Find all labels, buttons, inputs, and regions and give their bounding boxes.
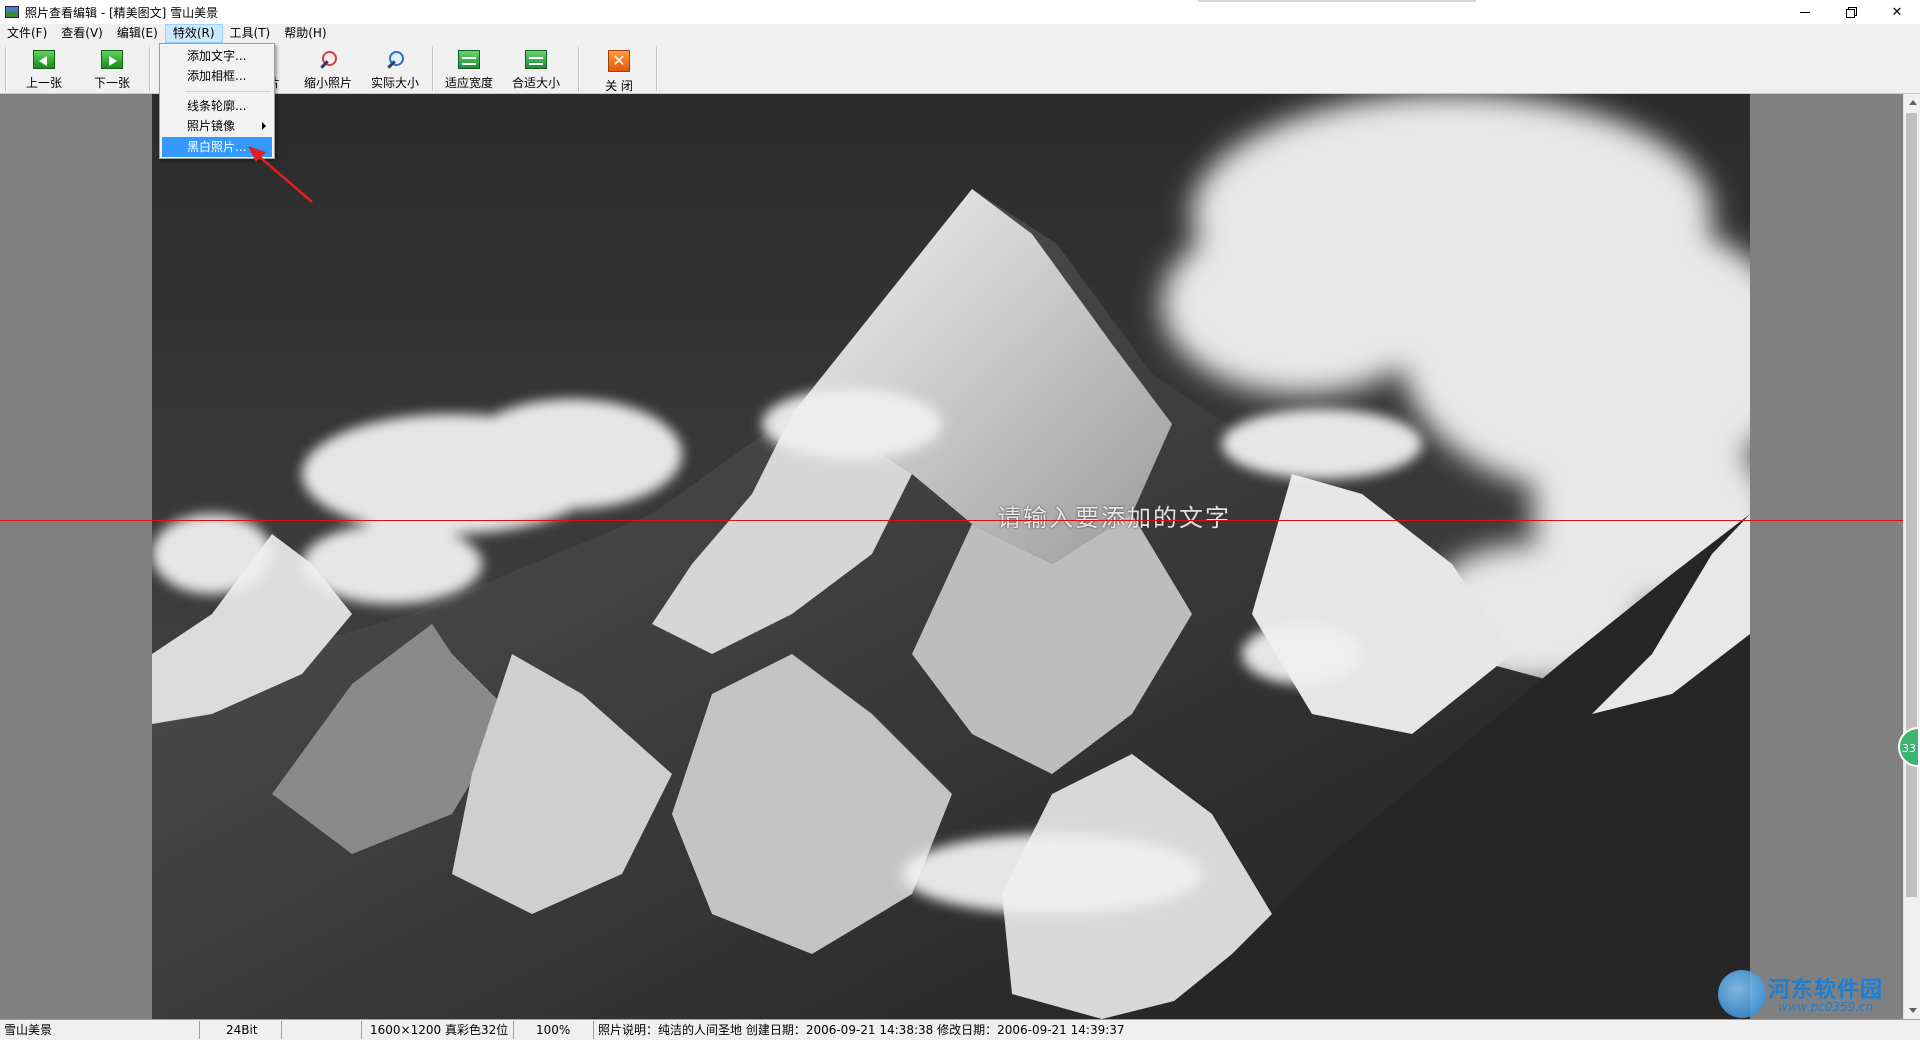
- menu-bar: 文件(F) 查看(V) 编辑(E) 特效(R) 工具(T) 帮助(H): [0, 24, 1920, 43]
- close-window-button[interactable]: ✕: [1874, 0, 1920, 24]
- next-photo-button[interactable]: 下一张: [88, 47, 136, 91]
- fit-size-label: 合适大小: [511, 76, 560, 90]
- actual-size-button[interactable]: 实际大小: [367, 47, 423, 91]
- photo-image[interactable]: 请输入要添加的文字: [152, 94, 1750, 1019]
- minimize-icon: [1800, 11, 1810, 13]
- annotation-arrow-icon: [248, 146, 313, 203]
- restore-icon: [1846, 7, 1857, 18]
- close-icon: ✕: [1891, 4, 1903, 20]
- watermark-logo: [1718, 970, 1766, 1018]
- toolbar-separator: [432, 47, 434, 91]
- close-photo-label: 关 闭: [605, 79, 633, 93]
- toolbar-separator: [656, 47, 658, 91]
- mountain-photo-illustration: [152, 94, 1750, 1019]
- title-overlay-strip: [1198, 0, 1476, 2]
- photo-canvas[interactable]: 请输入要添加的文字: [0, 94, 1920, 1019]
- status-bar: 雪山美景 24Bit 1600×1200 真彩色32位 100% 照片说明：纯洁…: [0, 1019, 1920, 1040]
- arrow-right-icon: [101, 50, 123, 69]
- status-spacer: [282, 1021, 362, 1039]
- menu-add-text[interactable]: 添加文字...: [162, 46, 272, 66]
- zoom-out-label: 缩小照片: [303, 76, 352, 90]
- menu-edit[interactable]: 编辑(E): [110, 24, 165, 43]
- magnifier-icon: [384, 50, 406, 69]
- prev-photo-button[interactable]: 上一张: [20, 47, 68, 91]
- toolbar-separator: [149, 47, 151, 91]
- next-photo-label: 下一张: [93, 76, 130, 90]
- toolbar-separator: [5, 47, 7, 91]
- prev-photo-label: 上一张: [25, 76, 62, 90]
- status-dimensions: 1600×1200 真彩色32位: [362, 1021, 514, 1039]
- status-photo-name: 雪山美景: [0, 1021, 200, 1039]
- menu-help[interactable]: 帮助(H): [277, 24, 333, 43]
- submenu-arrow-icon: [262, 122, 266, 130]
- toolbar-separator: [578, 47, 580, 91]
- menu-view[interactable]: 查看(V): [54, 24, 110, 43]
- title-bar: 照片查看编辑 - [精美图文] 雪山美景 ✕: [0, 0, 1920, 24]
- menu-photo-mirror-label: 照片镜像: [187, 119, 236, 133]
- menu-file[interactable]: 文件(F): [0, 24, 54, 43]
- status-info: 照片说明：纯洁的人间圣地 创建日期：2006-09-21 14:38:38 修改…: [598, 1023, 1125, 1037]
- close-icon: ✕: [608, 50, 630, 72]
- restore-button[interactable]: [1828, 0, 1874, 24]
- fit-width-button[interactable]: 适应宽度: [440, 47, 498, 91]
- horizontal-guide-line: [0, 520, 1920, 521]
- zoom-out-button[interactable]: 缩小照片: [300, 47, 356, 91]
- zoom-out-icon: [317, 50, 339, 69]
- window-controls: ✕: [1782, 0, 1920, 24]
- app-window: 照片查看编辑 - [精美图文] 雪山美景 ✕ 文件(F) 查看(V) 编辑(E)…: [0, 0, 1920, 1040]
- status-bitdepth: 24Bit: [200, 1021, 282, 1039]
- menu-tools[interactable]: 工具(T): [223, 24, 278, 43]
- watermark: 河东软件园 www.pc0359.cn: [1718, 970, 1918, 1020]
- close-photo-button[interactable]: ✕ 关 闭: [598, 47, 640, 93]
- toolbar: 上一张 下一张 片 缩小照片 实际大小 适应宽度 合适大小: [0, 43, 1920, 94]
- menu-effects[interactable]: 特效(R): [164, 24, 223, 43]
- photo-overlay-text: 请输入要添加的文字: [997, 504, 1231, 532]
- scroll-up-arrow[interactable]: [1904, 94, 1920, 111]
- window-title: 照片查看编辑 - [精美图文] 雪山美景: [25, 5, 219, 20]
- minimize-button[interactable]: [1782, 0, 1828, 24]
- menu-separator: [185, 91, 271, 92]
- vertical-scrollbar[interactable]: [1903, 94, 1920, 1019]
- menu-line-outline[interactable]: 线条轮廓...: [162, 96, 272, 116]
- menu-photo-mirror[interactable]: 照片镜像: [162, 116, 272, 136]
- fit-width-label: 适应宽度: [444, 76, 493, 90]
- scroll-thumb[interactable]: [1906, 113, 1917, 897]
- arrow-left-icon: [33, 50, 55, 69]
- status-zoom: 100%: [514, 1021, 594, 1039]
- watermark-url: www.pc0359.cn: [1778, 1000, 1874, 1014]
- fit-size-icon: [525, 50, 547, 69]
- fit-size-button[interactable]: 合适大小: [507, 47, 565, 91]
- actual-size-label: 实际大小: [370, 76, 419, 90]
- app-icon: [5, 6, 19, 18]
- menu-add-frame[interactable]: 添加相框...: [162, 66, 272, 86]
- fit-width-icon: [458, 50, 480, 69]
